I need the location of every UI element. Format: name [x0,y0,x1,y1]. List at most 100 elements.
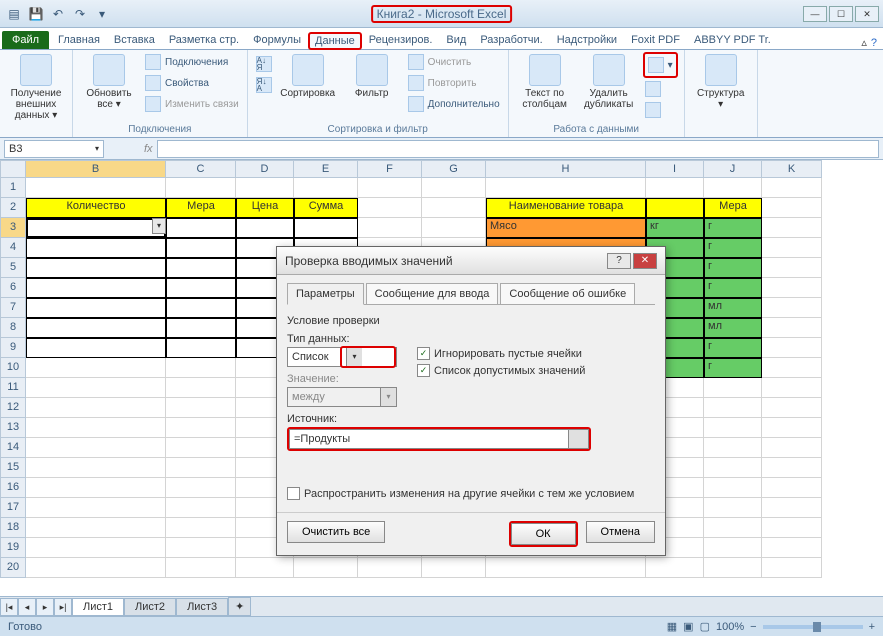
tab-parameters[interactable]: Параметры [287,283,364,305]
row-header-8[interactable]: 8 [0,318,26,338]
cell-J13[interactable] [704,418,762,438]
name-box[interactable]: B3▾ [4,140,104,158]
cell-G3[interactable] [422,218,486,238]
clear-filter-button[interactable]: Очистить [406,52,502,72]
table1-header[interactable]: Мера [166,198,236,218]
cell-K16[interactable] [762,478,822,498]
sheet-nav-first[interactable]: |◂ [0,598,18,616]
cell-B18[interactable] [26,518,166,538]
redo-icon[interactable]: ↷ [70,4,90,24]
cell-C10[interactable] [166,358,236,378]
cell-K12[interactable] [762,398,822,418]
cancel-button[interactable]: Отмена [586,521,655,543]
cell-K10[interactable] [762,358,822,378]
table1-cell[interactable] [166,258,236,278]
ok-button[interactable]: ОК [511,523,576,545]
sheet-tab-1[interactable]: Лист1 [72,598,124,616]
cell-C12[interactable] [166,398,236,418]
cell-J12[interactable] [704,398,762,418]
cell-K3[interactable] [762,218,822,238]
zoom-in-button[interactable]: + [869,621,875,633]
tab-data[interactable]: Данные [308,32,362,50]
row-header-20[interactable]: 20 [0,558,26,578]
cell-J14[interactable] [704,438,762,458]
type-dropdown-icon[interactable]: ▾ [346,348,362,366]
cell-C15[interactable] [166,458,236,478]
help-icon[interactable]: ? [871,37,877,49]
tab-home[interactable]: Главная [51,30,107,49]
cell-G2[interactable] [422,198,486,218]
view-break-icon[interactable]: ▢ [700,620,710,633]
zoom-slider[interactable] [763,625,863,629]
cell-K18[interactable] [762,518,822,538]
range-selector-icon[interactable] [568,430,588,448]
zoom-level[interactable]: 100% [716,621,744,633]
whatif-button[interactable] [643,100,678,120]
row-header-1[interactable]: 1 [0,178,26,198]
view-normal-icon[interactable]: ▦ [667,620,677,633]
tab-abbyy[interactable]: ABBYY PDF Tr. [687,30,778,49]
selected-cell[interactable] [26,218,166,238]
cell-B17[interactable] [26,498,166,518]
cell-E20[interactable] [294,558,358,578]
table1-header[interactable]: Количество [26,198,166,218]
cell-C11[interactable] [166,378,236,398]
row-header-13[interactable]: 13 [0,418,26,438]
table1-cell[interactable] [26,318,166,338]
sheet-nav-next[interactable]: ▸ [36,598,54,616]
formula-input[interactable] [157,140,879,158]
col-header-H[interactable]: H [486,160,646,178]
table1-cell[interactable] [166,338,236,358]
col-header-K[interactable]: K [762,160,822,178]
qat-menu-icon[interactable]: ▾ [92,4,112,24]
cell-H1[interactable] [486,178,646,198]
sheet-nav-last[interactable]: ▸| [54,598,72,616]
fx-icon[interactable]: fx [144,143,153,155]
row-header-11[interactable]: 11 [0,378,26,398]
cell-J1[interactable] [704,178,762,198]
cell-B15[interactable] [26,458,166,478]
dropdown-list-checkbox[interactable]: ✓Список допустимых значений [417,364,585,377]
table2-header-blank[interactable] [646,198,704,218]
tab-foxit[interactable]: Foxit PDF [624,30,687,49]
view-layout-icon[interactable]: ▣ [683,620,693,633]
table1-cell[interactable] [236,218,294,238]
product-name[interactable]: Мясо [486,218,646,238]
cell-B14[interactable] [26,438,166,458]
save-icon[interactable]: 💾 [26,4,46,24]
table2-header-mera[interactable]: Мера [704,198,762,218]
cell-K1[interactable] [762,178,822,198]
cell-C13[interactable] [166,418,236,438]
table2-header-name[interactable]: Наименование товара [486,198,646,218]
col-header-G[interactable]: G [422,160,486,178]
cell-F20[interactable] [358,558,422,578]
product-m2[interactable]: мл [704,318,762,338]
product-m2[interactable]: мл [704,298,762,318]
row-header-12[interactable]: 12 [0,398,26,418]
cell-C16[interactable] [166,478,236,498]
file-tab[interactable]: Файл [2,31,49,49]
advanced-filter-button[interactable]: Дополнительно [406,94,502,114]
row-header-18[interactable]: 18 [0,518,26,538]
row-header-16[interactable]: 16 [0,478,26,498]
sort-button[interactable]: Сортировка [278,52,338,99]
cell-K2[interactable] [762,198,822,218]
table1-cell[interactable] [26,258,166,278]
table1-cell[interactable] [294,218,358,238]
data-validation-button[interactable]: ▾ [646,55,675,75]
tab-review[interactable]: Рецензиров. [362,30,440,49]
type-combo[interactable]: Список ▾ [287,347,397,367]
tab-developer[interactable]: Разработчи. [473,30,549,49]
tab-addins[interactable]: Надстройки [550,30,624,49]
row-header-9[interactable]: 9 [0,338,26,358]
new-sheet-button[interactable]: ✦ [228,597,251,616]
cell-K11[interactable] [762,378,822,398]
col-header-E[interactable]: E [294,160,358,178]
close-button[interactable]: ✕ [855,6,879,22]
table1-cell[interactable] [166,218,236,238]
sheet-tab-3[interactable]: Лист3 [176,598,228,616]
zoom-out-button[interactable]: − [750,621,756,633]
product-m2[interactable]: г [704,338,762,358]
cell-J17[interactable] [704,498,762,518]
cell-B20[interactable] [26,558,166,578]
